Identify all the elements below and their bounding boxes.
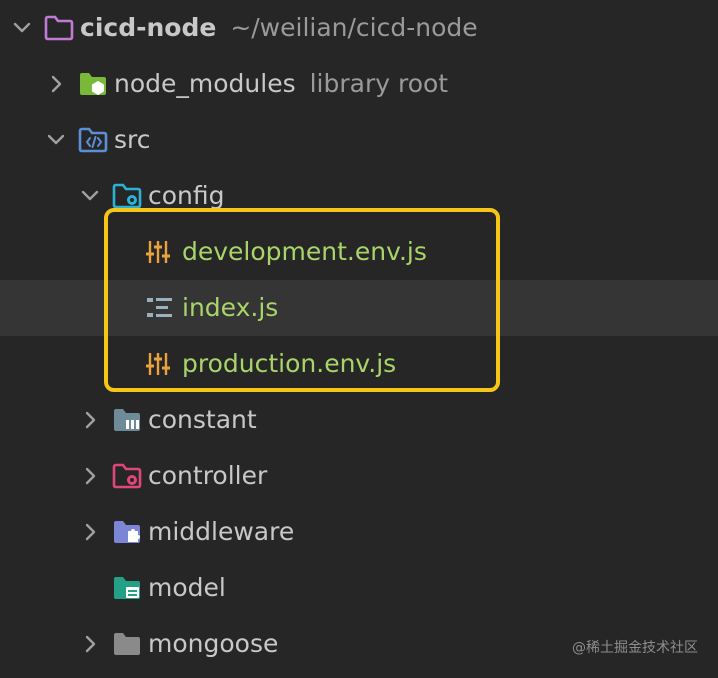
project-tree: cicd-node ~/weilian/cicd-node node_module… xyxy=(0,0,718,678)
constant-folder-icon xyxy=(112,406,142,434)
folder-icon xyxy=(112,630,142,658)
middleware-folder-icon xyxy=(112,518,142,546)
tree-item-development-env[interactable]: development.env.js xyxy=(0,224,718,280)
tree-item-constant[interactable]: constant xyxy=(0,392,718,448)
chevron-down-icon[interactable] xyxy=(12,0,36,56)
mongoose-label: mongoose xyxy=(148,629,279,658)
tree-item-index-js[interactable]: index.js xyxy=(0,280,718,336)
tree-item-node-modules[interactable]: node_modules library root xyxy=(0,56,718,112)
config-label: config xyxy=(148,181,225,210)
chevron-down-icon[interactable] xyxy=(46,112,70,168)
controller-label: controller xyxy=(148,461,268,490)
chevron-right-icon[interactable] xyxy=(80,448,104,504)
controller-folder-icon xyxy=(112,462,142,490)
watermark: @稀土掘金技术社区 xyxy=(572,640,698,656)
root-folder-icon xyxy=(44,14,74,42)
tree-item-controller[interactable]: controller xyxy=(0,448,718,504)
tree-item-model[interactable]: model xyxy=(0,560,718,616)
library-root-hint: library root xyxy=(309,69,449,98)
production-env-label: production.env.js xyxy=(182,349,397,378)
development-env-label: development.env.js xyxy=(182,237,427,266)
node-modules-label: node_modules library root xyxy=(114,56,448,112)
model-folder-icon xyxy=(112,574,142,602)
tree-item-middleware[interactable]: middleware xyxy=(0,504,718,560)
project-name-label: cicd-node ~/weilian/cicd-node xyxy=(80,0,478,56)
project-path: ~/weilian/cicd-node xyxy=(230,13,478,42)
tree-item-config[interactable]: config xyxy=(0,168,718,224)
tree-item-src[interactable]: src xyxy=(0,112,718,168)
constant-label: constant xyxy=(148,405,257,434)
settings-file-icon xyxy=(146,350,176,378)
project-name: cicd-node xyxy=(80,13,217,42)
chevron-down-icon[interactable] xyxy=(80,168,104,224)
settings-file-icon xyxy=(146,238,176,266)
chevron-right-icon[interactable] xyxy=(80,616,104,672)
chevron-right-icon[interactable] xyxy=(80,504,104,560)
config-folder-icon xyxy=(112,182,142,210)
src-label: src xyxy=(114,125,151,154)
index-js-label: index.js xyxy=(182,293,279,322)
middleware-label: middleware xyxy=(148,517,295,546)
chevron-right-icon[interactable] xyxy=(80,392,104,448)
tree-item-production-env[interactable]: production.env.js xyxy=(0,336,718,392)
model-label: model xyxy=(148,573,226,602)
node-modules-name: node_modules xyxy=(114,69,296,98)
tree-item-cicd-node[interactable]: cicd-node ~/weilian/cicd-node xyxy=(0,0,718,56)
chevron-right-icon[interactable] xyxy=(46,56,70,112)
library-folder-icon xyxy=(78,70,108,98)
source-folder-icon xyxy=(78,126,108,154)
javascript-file-icon xyxy=(146,294,176,322)
